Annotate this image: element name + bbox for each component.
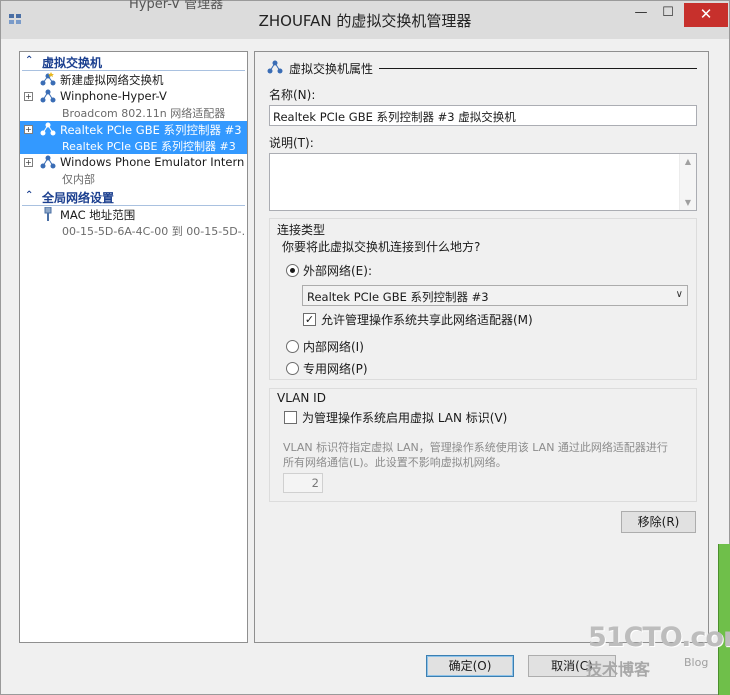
external-network-label[interactable]: 外部网络(E): — [303, 262, 372, 279]
network-switch-icon — [40, 89, 56, 103]
network-switch-icon — [40, 122, 56, 136]
collapse-chevron-icon[interactable]: ⌃ — [25, 55, 33, 66]
tree-item-sublabel: 00-15-5D-6A-4C-00 到 00-15-5D-... — [62, 225, 245, 238]
remove-button[interactable]: 移除(R) — [621, 511, 696, 533]
expand-plus-icon[interactable]: + — [24, 92, 33, 101]
tree-item-wp-emulator[interactable]: + Windows Phone Emulator Internal ... — [20, 154, 247, 171]
tree-item-mac-range[interactable]: MAC 地址范围 — [20, 206, 247, 223]
tree-item-label: 新建虚拟网络交换机 — [60, 73, 164, 87]
network-switch-icon — [267, 60, 283, 74]
vlan-group-label: VLAN ID — [275, 391, 328, 405]
tree-item-label: Winphone-Hyper-V — [60, 89, 167, 103]
section-title: 虚拟交换机 — [42, 56, 103, 70]
site-watermark: 51CTO.com 技术博客 Blog — [580, 622, 730, 682]
watermark-blog: Blog — [684, 656, 709, 669]
network-cable-icon — [44, 207, 52, 221]
properties-title: 虚拟交换机属性 — [289, 62, 374, 76]
tree-item-winphone[interactable]: + Winphone-Hyper-V — [20, 88, 247, 105]
header-divider — [379, 68, 697, 69]
scroll-up-icon[interactable]: ▲ — [680, 157, 696, 166]
description-scrollbar[interactable]: ▲ ▼ — [679, 154, 696, 210]
section-title: 全局网络设置 — [42, 191, 115, 205]
allow-share-checkbox[interactable]: ✓ — [303, 313, 316, 326]
window-title: ZHOUFAN 的虚拟交换机管理器 — [258, 12, 472, 30]
description-label: 说明(T): — [269, 136, 314, 150]
switch-tree-panel: ⌃ 虚拟交换机 新建虚拟网络交换机 + Winphone-Hyper-V Bro… — [19, 51, 248, 643]
selected-adapter: Realtek PCIe GBE 系列控制器 #3 — [307, 290, 489, 304]
internal-network-radio[interactable] — [286, 340, 299, 353]
tree-item-mac-range-sub: 00-15-5D-6A-4C-00 到 00-15-5D-... — [20, 223, 247, 239]
scroll-down-icon[interactable]: ▼ — [680, 198, 696, 207]
chevron-down-icon[interactable]: ∨ — [676, 289, 683, 300]
dialog-client-area: ⌃ 虚拟交换机 新建虚拟网络交换机 + Winphone-Hyper-V Bro… — [9, 39, 723, 689]
vlan-group: VLAN ID 为管理操作系统启用虚拟 LAN 标识(V) VLAN 标识符指定… — [269, 388, 697, 502]
tree-item-label: Windows Phone Emulator Internal ... — [60, 155, 245, 169]
private-network-label[interactable]: 专用网络(P) — [303, 360, 368, 377]
vlan-description-line1: VLAN 标识符指定虚拟 LAN，管理操作系统使用该 LAN 通过此网络适配器进… — [283, 441, 668, 454]
expand-plus-icon[interactable]: + — [24, 158, 33, 167]
name-label: 名称(N): — [269, 88, 316, 102]
tree-item-new-switch[interactable]: 新建虚拟网络交换机 — [20, 71, 247, 88]
private-network-radio[interactable] — [286, 362, 299, 375]
tree-item-sublabel: Realtek PCIe GBE 系列控制器 #3 — [62, 140, 236, 153]
network-switch-icon — [40, 155, 56, 169]
watermark-tagline: 技术博客 — [586, 660, 651, 679]
ok-button[interactable]: 确定(O) — [426, 655, 514, 677]
virtual-switches-section-header[interactable]: ⌃ 虚拟交换机 — [22, 54, 245, 71]
title-bar[interactable]: Hyper-V 管理器 ZHOUFAN 的虚拟交换机管理器 — ☐ ✕ — [1, 0, 729, 39]
network-adapter-select[interactable]: Realtek PCIe GBE 系列控制器 #3 ∨ — [302, 285, 688, 306]
properties-header: 虚拟交换机属性 — [267, 58, 697, 76]
switch-properties-panel: 虚拟交换机属性 名称(N): Realtek PCIe GBE 系列控制器 #3… — [254, 51, 709, 643]
vlan-enable-checkbox[interactable] — [284, 411, 297, 424]
tree-item-sublabel: Broadcom 802.11n 网络适配器 — [62, 107, 226, 120]
connection-type-label: 连接类型 — [275, 221, 328, 238]
external-network-radio[interactable] — [286, 264, 299, 277]
tree-item-winphone-sub: Broadcom 802.11n 网络适配器 — [20, 105, 247, 121]
tree-item-sublabel: 仅内部 — [62, 173, 95, 186]
watermark-site: 51CTO.com — [588, 622, 730, 653]
expand-plus-icon[interactable]: + — [24, 125, 33, 134]
collapse-chevron-icon[interactable]: ⌃ — [25, 190, 33, 201]
switch-manager-window: Hyper-V 管理器 ZHOUFAN 的虚拟交换机管理器 — ☐ ✕ ⌃ 虚拟… — [0, 0, 730, 695]
vlan-enable-label[interactable]: 为管理操作系统启用虚拟 LAN 标识(V) — [302, 409, 507, 426]
maximize-button[interactable]: ☐ — [657, 5, 679, 27]
new-switch-icon — [40, 72, 56, 86]
tree-item-label: Realtek PCIe GBE 系列控制器 #3 ... — [60, 123, 245, 137]
close-button[interactable]: ✕ — [684, 3, 728, 27]
tree-item-wp-emulator-sub: 仅内部 — [20, 171, 247, 187]
global-settings-section-header[interactable]: ⌃ 全局网络设置 — [22, 189, 245, 206]
switch-name-input[interactable]: Realtek PCIe GBE 系列控制器 #3 虚拟交换机 — [269, 105, 697, 126]
description-textarea[interactable]: ▲ ▼ — [269, 153, 697, 211]
allow-share-label[interactable]: 允许管理操作系统共享此网络适配器(M) — [321, 311, 533, 328]
tree-item-realtek-selected[interactable]: + Realtek PCIe GBE 系列控制器 #3 ... Realtek … — [20, 121, 247, 154]
tree-item-label: MAC 地址范围 — [60, 208, 136, 222]
connection-type-group: 连接类型 你要将此虚拟交换机连接到什么地方? 外部网络(E): Realtek … — [269, 218, 697, 380]
vlan-description-line2: 所有网络通信(L)。此设置不影响虚拟机网络。 — [283, 456, 507, 469]
internal-network-label[interactable]: 内部网络(I) — [303, 338, 364, 355]
connection-question: 你要将此虚拟交换机连接到什么地方? — [282, 240, 481, 254]
vlan-id-input[interactable]: 2 — [283, 473, 323, 493]
minimize-button[interactable]: — — [631, 5, 651, 27]
